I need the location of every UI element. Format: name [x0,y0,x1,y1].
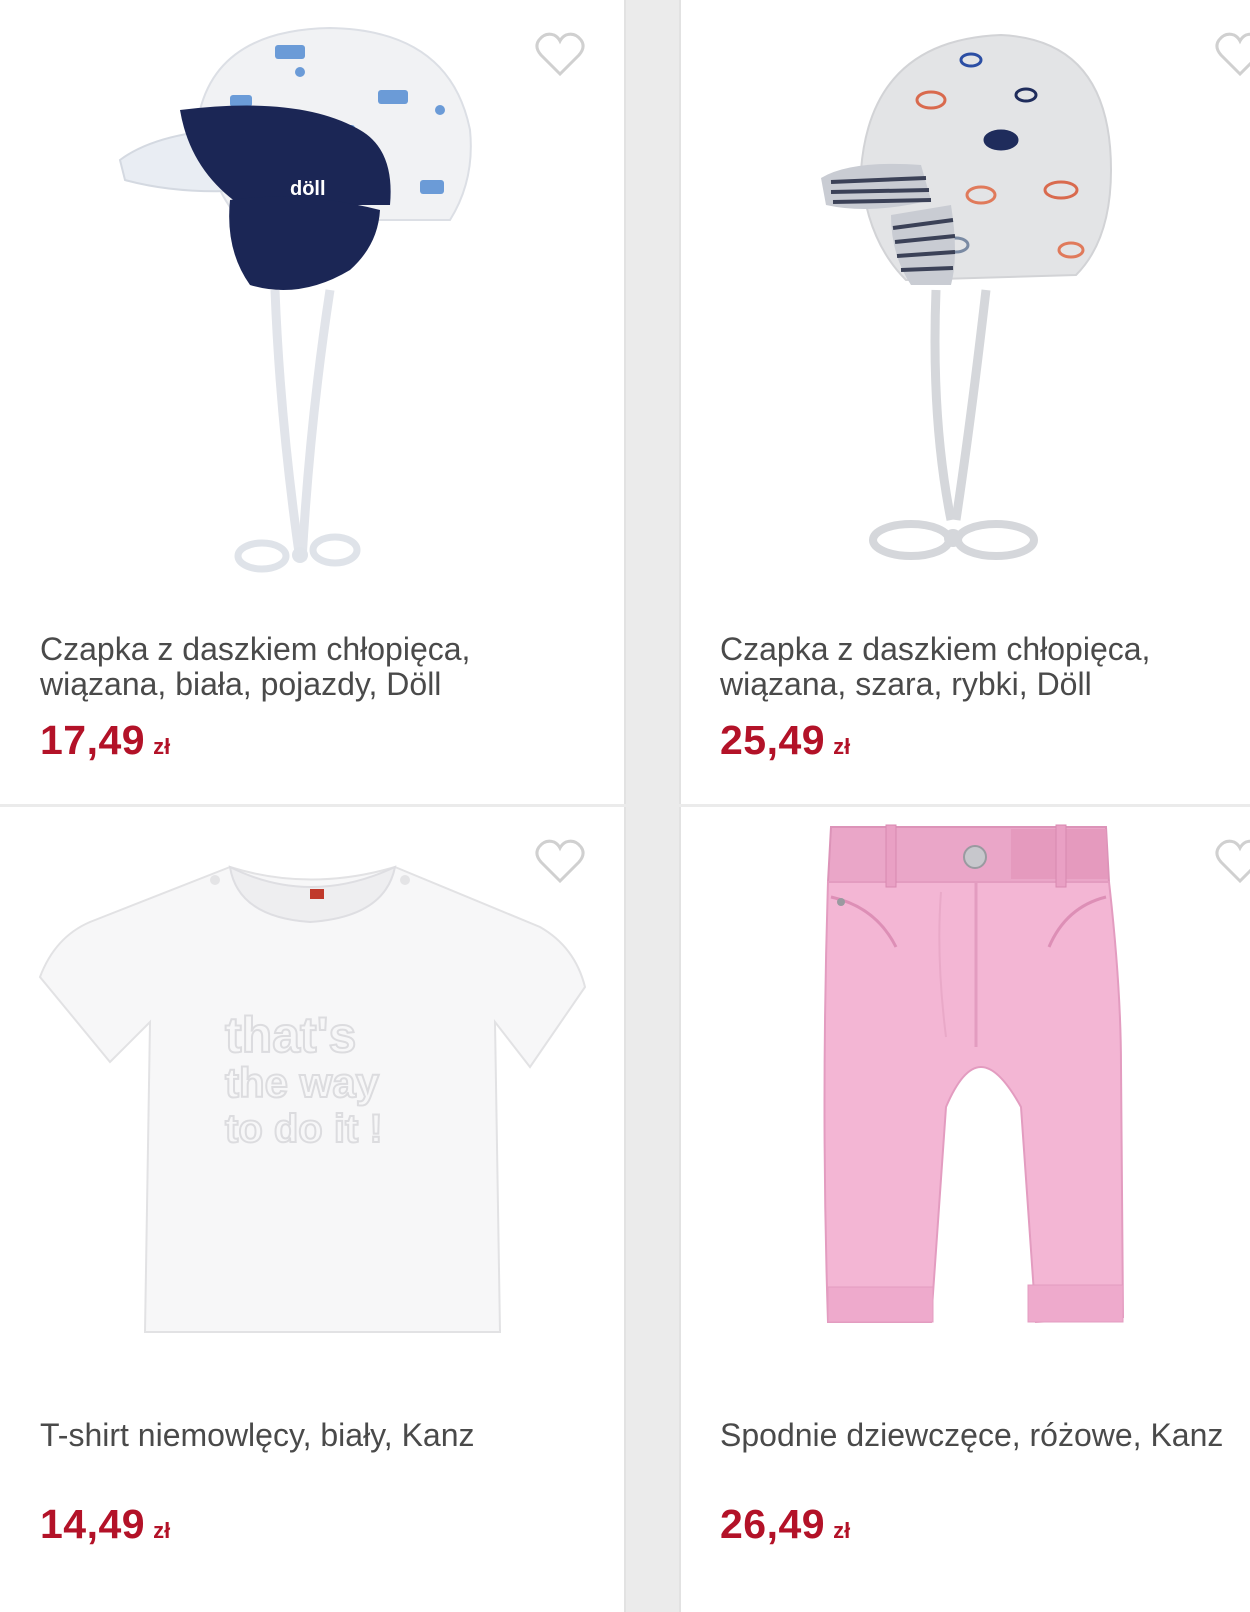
product-image[interactable]: döll [0,0,624,600]
product-name-line-2[interactable]: wiązana, biała, pojazdy, Döll [40,667,620,702]
heart-outline-icon[interactable] [1214,30,1250,78]
currency-label: zł [153,1518,171,1543]
product-price: 17,49 zł [40,717,170,764]
currency-label: zł [833,734,851,759]
product-name[interactable]: Czapka z daszkiem chłopięca, wiązana, bi… [40,632,620,702]
brand-logo: döll [290,178,326,200]
cap-fish-image [821,33,1113,560]
product-card[interactable]: döll Czapka z daszkiem chłopięca, wiązan… [0,0,626,804]
product-price: 14,49 zł [40,1501,170,1548]
product-name[interactable]: Spodnie dziewczęce, różowe, Kanz [720,1418,1248,1453]
product-name-line-1[interactable]: Czapka z daszkiem chłopięca, [40,632,620,667]
product-card[interactable]: Spodnie dziewczęce, różowe, Kanz 26,49 zł [679,807,1250,1612]
heart-outline-icon[interactable] [1214,837,1250,885]
product-name-line-2[interactable]: wiązana, szara, rybki, Döll [720,667,1248,702]
cap-vehicles-image: döll [118,26,472,573]
product-image[interactable]: that's the way to do it ! [0,807,624,1407]
heart-outline-icon[interactable] [534,837,586,885]
currency-label: zł [153,734,171,759]
pink-trousers-image [823,824,1125,1324]
product-card[interactable]: Czapka z daszkiem chłopięca, wiązana, sz… [679,0,1250,804]
price-value: 17,49 [40,717,146,763]
price-value: 26,49 [720,1501,826,1547]
shirt-print-line-1: that's [225,1007,356,1063]
product-image[interactable] [681,807,1250,1407]
product-price: 26,49 zł [720,1501,850,1548]
product-image[interactable] [681,0,1250,600]
price-value: 25,49 [720,717,826,763]
product-name[interactable]: T-shirt niemowlęcy, biały, Kanz [40,1418,620,1453]
tshirt-image: that's the way to do it ! [38,865,587,1333]
price-value: 14,49 [40,1501,146,1547]
product-name[interactable]: Czapka z daszkiem chłopięca, wiązana, sz… [720,632,1248,702]
shirt-print-line-2: the way [225,1059,380,1106]
product-name-line-1[interactable]: Czapka z daszkiem chłopięca, [720,632,1248,667]
currency-label: zł [833,1518,851,1543]
shirt-print-line-3: to do it ! [225,1107,383,1151]
product-card[interactable]: that's the way to do it ! T-shirt niemow… [0,807,626,1612]
heart-outline-icon[interactable] [534,30,586,78]
product-price: 25,49 zł [720,717,850,764]
